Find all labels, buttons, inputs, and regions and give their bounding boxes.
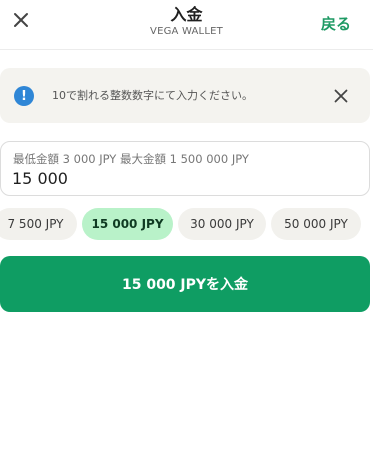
page-title: 入金 — [170, 5, 203, 24]
info-notice: ! 10で割れる整数数字にて入力ください。 — [0, 68, 370, 123]
dismiss-notice-button[interactable] — [330, 85, 352, 107]
close-icon — [334, 89, 348, 103]
back-button[interactable]: 戻る — [321, 13, 351, 34]
preset-amounts: 7 500 JPY 15 000 JPY 30 000 JPY 50 000 J… — [0, 208, 373, 240]
amount-input[interactable] — [12, 166, 342, 190]
header: 入金 VEGA WALLET 戻る — [0, 0, 373, 50]
preset-chip-selected[interactable]: 15 000 JPY — [82, 208, 173, 240]
preset-chip[interactable]: 7 500 JPY — [0, 208, 77, 240]
page-subtitle: VEGA WALLET — [150, 26, 223, 37]
amount-field[interactable]: 最低金額 3 000 JPY 最大金額 1 500 000 JPY — [0, 141, 370, 196]
info-text: 10で割れる整数数字にて入力ください。 — [52, 89, 253, 102]
amount-limits: 最低金額 3 000 JPY 最大金額 1 500 000 JPY — [13, 152, 249, 166]
title-block: 入金 VEGA WALLET — [0, 5, 373, 38]
deposit-button[interactable]: 15 000 JPYを入金 — [0, 256, 370, 312]
preset-chip[interactable]: 50 000 JPY — [271, 208, 361, 240]
info-icon: ! — [14, 86, 34, 106]
preset-chip[interactable]: 30 000 JPY — [178, 208, 266, 240]
